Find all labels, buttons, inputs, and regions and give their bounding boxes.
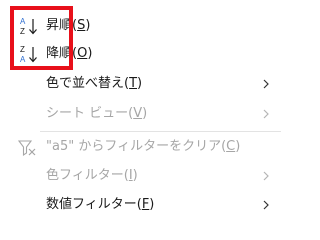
filter-clear-icon [18,140,36,157]
color-filter-label: 色フィルター(I) [46,168,138,183]
chevron-right-icon [263,200,269,210]
sort-by-color-label: 色で並べ替え(T) [46,76,143,91]
clear-filter-label: "a5" からフィルターをクリア(C) [46,139,241,154]
sort-by-color-item[interactable]: 色で並べ替え(T) [0,71,281,97]
menu-divider [40,131,281,132]
clear-filter-item: "a5" からフィルターをクリア(C) [0,134,281,160]
chevron-right-icon [263,109,269,119]
number-filter-label: 数値フィルター(F) [46,197,155,212]
sheet-view-label: シート ビュー(V) [46,106,148,121]
chevron-right-icon [263,171,269,181]
color-filter-item: 色フィルター(I) [0,163,281,189]
context-menu: A Z 昇順(S) Z A 降順(O) 色で並べ替え(T) シート ビュー(V) [0,0,281,229]
highlight-annotation [10,6,73,70]
number-filter-item[interactable]: 数値フィルター(F) [0,192,281,218]
sheet-view-item: シート ビュー(V) [0,101,281,127]
chevron-right-icon [263,79,269,89]
